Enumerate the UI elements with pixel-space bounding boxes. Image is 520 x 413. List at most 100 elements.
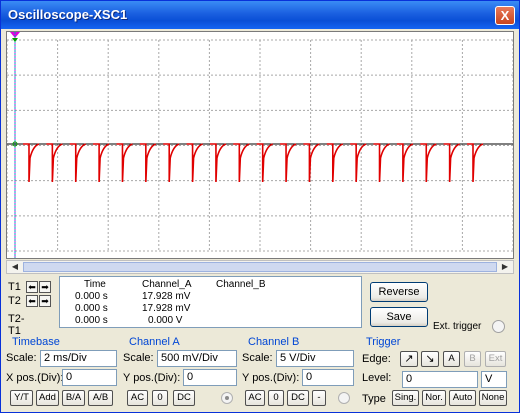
trace-spike xyxy=(326,143,344,183)
timebase-xpos-field[interactable]: 0 xyxy=(62,369,117,386)
trigger-type-normal-button[interactable]: Nor. xyxy=(422,390,446,406)
oscilloscope-window: Oscilloscope-XSC1 X ◀ ▶ T1 ⬅ ➡ T2 ⬅ ➡ T2… xyxy=(0,0,520,413)
mode-ab-button[interactable]: A/B xyxy=(88,390,113,406)
channel-a-ypos-label: Y pos.(Div): xyxy=(123,372,181,384)
title-bar[interactable]: Oscilloscope-XSC1 X xyxy=(1,1,519,29)
timebase-scale-label: Scale: xyxy=(6,352,37,364)
t1-right-arrow-icon[interactable]: ➡ xyxy=(39,281,51,293)
scroll-left-icon[interactable]: ◀ xyxy=(8,261,22,273)
t2-left-arrow-icon[interactable]: ⬅ xyxy=(26,295,38,307)
trigger-level-field[interactable]: 0 xyxy=(402,371,478,388)
scroll-right-icon[interactable]: ▶ xyxy=(498,261,512,273)
readout-delta-time: 0.000 s xyxy=(75,315,108,326)
channel-a-zero-button[interactable]: 0 xyxy=(152,390,168,406)
trace-spike xyxy=(350,143,367,183)
readout-t1-time: 0.000 s xyxy=(75,291,108,302)
mode-ba-button[interactable]: B/A xyxy=(62,390,85,406)
channel-b-zero-button[interactable]: 0 xyxy=(268,390,284,406)
channel-a-ac-button[interactable]: AC xyxy=(127,390,148,406)
trace-spike xyxy=(46,143,63,183)
readout-header-channel-a: Channel_A xyxy=(142,279,192,290)
readout-header-time: Time xyxy=(84,279,106,290)
trace-spike xyxy=(373,143,390,183)
channel-b-group: Channel B Scale: 5 V/Div Y pos.(Div): 0 … xyxy=(242,335,356,411)
save-button[interactable]: Save xyxy=(370,307,428,327)
cursor-controls: T1 ⬅ ➡ T2 ⬅ ➡ T2-T1 xyxy=(6,276,58,337)
t2-label: T2 xyxy=(8,295,21,307)
trigger-type-auto-button[interactable]: Auto xyxy=(449,390,476,406)
trigger-source-a-button[interactable]: A xyxy=(443,351,460,367)
waveform-plot xyxy=(7,32,513,258)
channel-b-ac-button[interactable]: AC xyxy=(245,390,265,406)
close-button[interactable]: X xyxy=(495,6,515,25)
channel-a-group: Channel A Scale: 500 mV/Div Y pos.(Div):… xyxy=(123,335,239,411)
channel-a-title: Channel A xyxy=(129,336,180,348)
t2-right-arrow-icon[interactable]: ➡ xyxy=(39,295,51,307)
readout-t1-channel-a: 17.928 mV xyxy=(142,291,191,302)
horizontal-scrollbar[interactable]: ◀ ▶ xyxy=(6,260,514,274)
trace-spike xyxy=(116,143,133,183)
channel-a-dc-button[interactable]: DC xyxy=(173,390,195,406)
readout-delta-channel-a: 0.000 V xyxy=(148,315,183,326)
trace-spike xyxy=(256,143,274,183)
trace-spike xyxy=(139,143,157,183)
channel-b-dc-button[interactable]: DC xyxy=(287,390,309,406)
trace-spike xyxy=(303,143,320,183)
trace-spike xyxy=(93,143,110,183)
trigger-source-ext-button[interactable]: Ext xyxy=(485,351,506,367)
trigger-source-b-button[interactable]: B xyxy=(464,351,481,367)
channel-b-terminal[interactable] xyxy=(338,392,350,404)
channel-a-terminal[interactable] xyxy=(221,392,233,404)
trace-spike xyxy=(396,143,414,183)
measurement-readout: Time Channel_A Channel_B 0.000 s 17.928 … xyxy=(59,276,362,328)
channel-a-ypos-field[interactable]: 0 xyxy=(183,369,237,386)
trace-spike xyxy=(420,143,437,183)
channel-a-trace xyxy=(23,143,484,183)
timebase-group: Timebase Scale: 2 ms/Div X pos.(Div): 0 … xyxy=(6,335,119,411)
reverse-button[interactable]: Reverse xyxy=(370,282,428,302)
readout-t2-time: 0.000 s xyxy=(75,303,108,314)
mode-yt-button[interactable]: Y/T xyxy=(10,390,33,406)
trigger-group: Trigger Edge: ↗ ↘ A B Ext Level: 0 V Typ… xyxy=(360,335,515,411)
trace-spike xyxy=(23,143,40,183)
window-title: Oscilloscope-XSC1 xyxy=(8,7,128,22)
t1-left-arrow-icon[interactable]: ⬅ xyxy=(26,281,38,293)
channel-b-scale-field[interactable]: 5 V/Div xyxy=(276,350,354,367)
scroll-thumb[interactable] xyxy=(23,262,497,272)
channel-a-scale-label: Scale: xyxy=(123,352,154,364)
readout-t2-channel-a: 17.928 mV xyxy=(142,303,191,314)
ext-trigger-terminal[interactable] xyxy=(492,320,505,333)
trace-spike xyxy=(209,143,227,183)
trigger-type-none-button[interactable]: None xyxy=(479,390,507,406)
trigger-type-label: Type xyxy=(362,393,386,405)
trigger-type-single-button[interactable]: Sing. xyxy=(392,390,419,406)
timebase-title: Timebase xyxy=(12,336,60,348)
channel-b-minus-button[interactable]: - xyxy=(312,390,326,406)
trace-spike xyxy=(186,143,203,183)
t1-label: T1 xyxy=(8,281,21,293)
timebase-scale-field[interactable]: 2 ms/Div xyxy=(40,350,117,367)
timebase-xpos-label: X pos.(Div): xyxy=(6,372,64,384)
channel-b-ypos-field[interactable]: 0 xyxy=(302,369,354,386)
oscilloscope-display xyxy=(6,31,514,259)
trigger-level-label: Level: xyxy=(362,372,392,384)
trace-spike xyxy=(280,143,297,183)
trigger-level-unit[interactable]: V xyxy=(481,371,507,388)
mode-add-button[interactable]: Add xyxy=(36,390,59,406)
ext-trigger-label: Ext. trigger xyxy=(433,321,482,332)
channel-b-title: Channel B xyxy=(248,336,300,348)
falling-edge-icon[interactable]: ↘ xyxy=(421,351,439,367)
trace-spike xyxy=(233,143,250,183)
channel-b-scale-label: Scale: xyxy=(242,352,273,364)
readout-header-channel-b: Channel_B xyxy=(216,279,266,290)
trace-spike xyxy=(443,143,460,183)
t2-t1-label: T2-T1 xyxy=(8,313,25,337)
rising-edge-icon[interactable]: ↗ xyxy=(400,351,418,367)
channel-a-scale-field[interactable]: 500 mV/Div xyxy=(157,350,237,367)
trigger-edge-label: Edge: xyxy=(362,353,391,365)
trace-spike xyxy=(163,143,180,183)
trace-spike xyxy=(69,143,87,183)
trace-spike xyxy=(467,143,484,183)
channel-b-ypos-label: Y pos.(Div): xyxy=(242,372,300,384)
trigger-title: Trigger xyxy=(366,336,401,348)
